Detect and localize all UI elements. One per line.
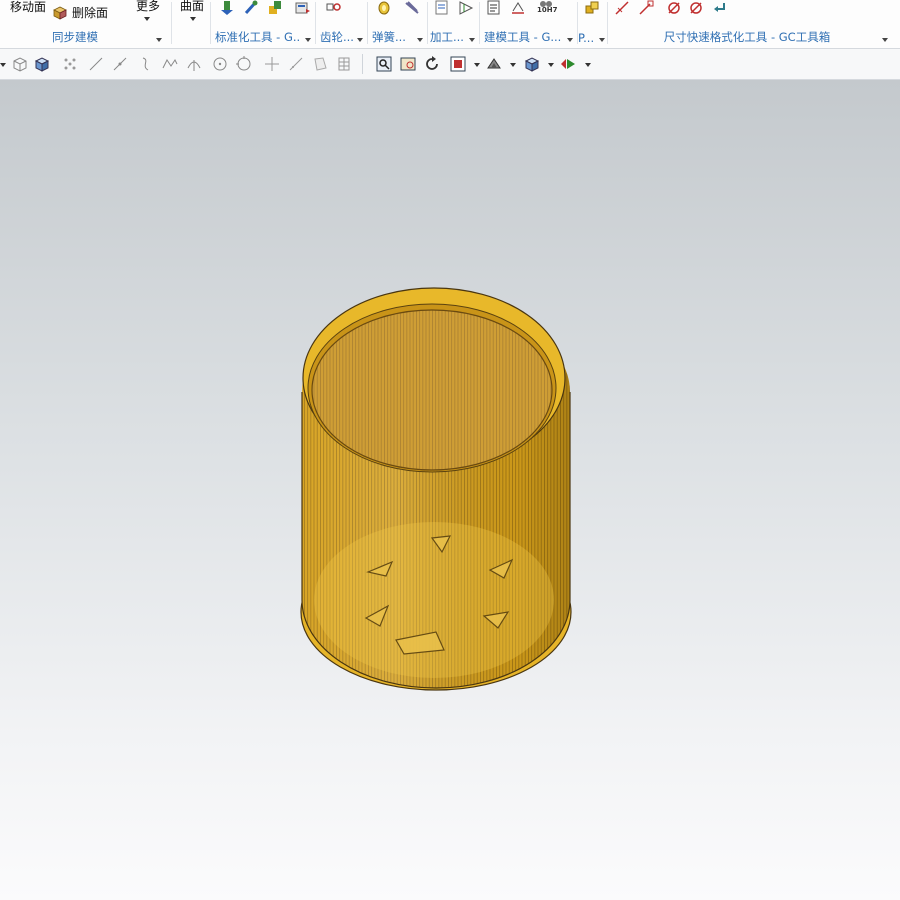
return-arrow-icon[interactable] [712,0,728,16]
curve-icon[interactable] [138,56,154,72]
wireframe-cube-icon[interactable] [12,56,28,72]
spring-group: 弹簧... [368,0,426,47]
render-style-dropdown[interactable] [510,63,516,67]
standard-tools-group: 标准化工具 - G... [211,0,314,47]
fit-view-icon[interactable] [376,56,392,72]
gear-group-menu[interactable] [357,38,363,42]
sheet-icon[interactable] [312,56,328,72]
dimension-format-group: 尺寸快速格式化工具 - GC工具箱 [608,0,900,47]
spring-edit-icon[interactable] [404,0,420,16]
spring-group-label: 弹簧... [372,30,406,44]
diameter-symbol-icon[interactable] [666,0,682,16]
circle-tangent-icon[interactable] [236,56,252,72]
surface-dropdown-arrow[interactable] [190,17,196,21]
dimension-format-group-label: 尺寸快速格式化工具 - GC工具箱 [663,30,831,44]
zoom-window-icon[interactable] [400,56,416,72]
point-set-icon[interactable] [62,56,78,72]
tolerance-label: 10H7 [537,6,558,14]
view-toolbar [0,49,900,80]
sync-modeling-group: 移动面 删除面 更多 同步建模 [0,0,170,47]
line-icon[interactable] [88,56,104,72]
graphics-viewport[interactable] [0,80,900,900]
ribbon: 移动面 删除面 更多 同步建模 曲面 标准化工具 - G... 齿轮... 弹簧… [0,0,900,49]
toolbar-separator [362,54,363,74]
offset-line-icon[interactable] [288,56,304,72]
library-tool-icon[interactable] [295,0,311,16]
gear-group: 齿轮... [316,0,366,47]
standard-tools-group-menu[interactable] [305,38,311,42]
modeling-document-icon[interactable] [486,0,502,16]
more-dropdown-arrow[interactable] [144,17,150,21]
display-mode-cube-icon[interactable] [524,56,540,72]
machining-group-menu[interactable] [469,38,475,42]
diameter-remove-icon[interactable] [688,0,704,16]
delete-face-icon [53,6,67,20]
mesh-icon[interactable] [336,56,352,72]
modeling-tools-group-menu[interactable] [567,38,573,42]
more-button[interactable]: 更多 [136,0,160,14]
line-through-point-icon[interactable] [112,56,128,72]
view-orient-dropdown[interactable] [474,63,480,67]
machining-group: 加工... [428,0,478,47]
surface-button[interactable]: 曲面 [180,0,204,14]
shaded-cube-icon[interactable] [34,56,50,72]
sync-modeling-group-label: 同步建模 [52,30,98,44]
sync-modeling-group-menu[interactable] [156,38,162,42]
spline-icon[interactable] [162,56,178,72]
fastener-tool-icon[interactable] [267,0,283,16]
delete-face-button[interactable]: 删除面 [72,4,108,21]
circle-center-icon[interactable] [212,56,228,72]
edit-object-display-icon[interactable] [560,56,576,72]
machining-sheet-icon[interactable] [434,0,450,16]
toolbar-overflow-arrow[interactable] [0,63,6,67]
point-cross-icon[interactable] [264,56,280,72]
standard-tools-group-label: 标准化工具 - G... [215,30,300,44]
p-group-label: P... [578,31,595,45]
bolt-tool-icon[interactable] [243,0,259,16]
spring-tool-icon[interactable] [376,0,392,16]
view-orient-icon[interactable] [450,56,466,72]
standard-part-icon[interactable] [219,0,235,16]
dimension-tolerance-icon[interactable] [638,0,654,16]
cylinder-model[interactable] [0,80,900,900]
modeling-tools-group-label: 建模工具 - G... [484,30,562,44]
spring-group-menu[interactable] [417,38,423,42]
surface-group: 曲面 [172,0,210,47]
edit-display-dropdown[interactable] [585,63,591,67]
modeling-measure-icon[interactable] [510,0,526,16]
rotate-view-icon[interactable] [424,56,440,72]
gear-group-label: 齿轮... [320,30,354,44]
machining-tool-icon[interactable] [458,0,474,16]
p-group-menu[interactable] [599,38,605,42]
arc-icon[interactable] [186,56,202,72]
display-mode-dropdown[interactable] [548,63,554,67]
dimension-format-group-menu[interactable] [882,38,888,42]
machining-group-label: 加工... [430,30,464,44]
move-face-button[interactable]: 移动面 [10,0,46,15]
parts-icon[interactable] [584,0,600,16]
render-style-icon[interactable] [486,56,502,72]
modeling-tools-group: 10H7 建模工具 - G... [480,0,576,47]
dimension-linear-icon[interactable] [614,0,630,16]
p-group: P... [578,0,606,47]
gear-tool-icon[interactable] [326,0,342,16]
